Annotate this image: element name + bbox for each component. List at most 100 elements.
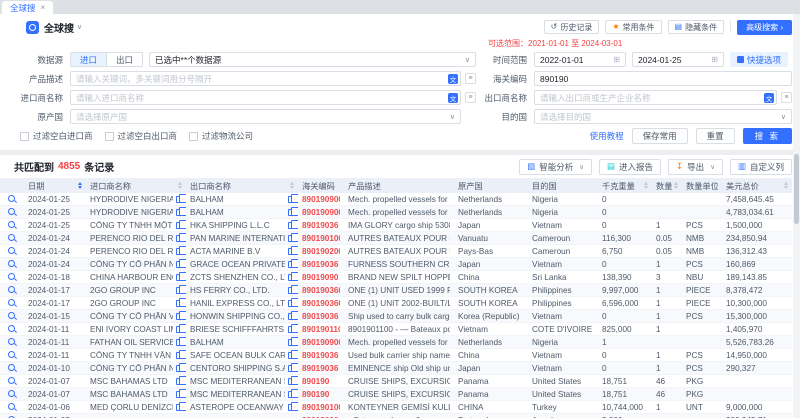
cell-exporter[interactable]: HS FERRY CO., LTD. <box>190 286 285 295</box>
detail-search-icon[interactable] <box>8 312 16 320</box>
saved-list-icon[interactable]: ≡ <box>465 73 476 84</box>
cell-exporter[interactable]: HONWIN SHIPPING CO.,LTD <box>190 312 285 321</box>
export-toggle[interactable]: 出口 <box>106 53 142 66</box>
cell-hs-code[interactable]: 89019090 <box>302 273 340 282</box>
copy-importer-icon[interactable] <box>176 404 182 411</box>
copy-exporter-icon[interactable] <box>288 313 294 320</box>
translate-icon[interactable]: 文 <box>448 93 458 103</box>
reset-button[interactable]: 重置 <box>696 128 735 144</box>
cell-hs-code[interactable]: 890190900 <box>302 195 340 204</box>
cell-hs-code[interactable]: 89019036 <box>302 312 340 321</box>
cell-exporter[interactable]: BALHAM <box>190 195 285 204</box>
scrollbar-thumb[interactable] <box>794 154 799 224</box>
cell-importer[interactable]: MSC BAHAMAS LTD <box>90 390 173 399</box>
cell-hs-code[interactable]: 890190900 <box>302 338 340 347</box>
table-row[interactable]: 2024-01-07 MSC BAHAMAS LTD MSC MEDITERRA… <box>0 388 792 401</box>
product-desc-input[interactable] <box>70 71 461 86</box>
origin-select[interactable]: 请选择原产国 ∨ <box>70 109 461 124</box>
table-row[interactable]: 2024-01-07 MSC BAHAMAS LTD MSC MEDITERRA… <box>0 375 792 388</box>
cell-hs-code[interactable]: 890190 <box>302 377 340 386</box>
cell-importer[interactable]: 2GO GROUP INC <box>90 286 173 295</box>
chevron-down-icon[interactable]: ∨ <box>77 23 82 31</box>
copy-importer-icon[interactable] <box>176 378 182 385</box>
table-row[interactable]: 2024-01-05 89019000 - Outras embarcações… <box>0 414 792 418</box>
copy-exporter-icon[interactable] <box>288 235 294 242</box>
cell-importer[interactable]: CÔNG TY CỔ PHẦN NOSCO SHIPYARD <box>90 364 173 373</box>
scrollbar[interactable] <box>793 14 800 418</box>
detail-search-icon[interactable] <box>8 403 16 411</box>
cell-importer[interactable]: CÔNG TY TNHH MỘT THÀNH VIÊN ĐÓNG TÀ <box>90 221 173 230</box>
copy-importer-icon[interactable] <box>176 391 182 398</box>
table-row[interactable]: 2024-01-17 2GO GROUP INC HANIL EXPRESS C… <box>0 297 792 310</box>
detail-search-icon[interactable] <box>8 286 16 294</box>
close-icon[interactable]: × <box>41 3 46 12</box>
cell-hs-code[interactable]: 89019036 <box>302 364 340 373</box>
cell-hs-code[interactable]: 890190 <box>302 390 340 399</box>
cell-exporter[interactable]: GRACE OCEAN PRIVATE LIMITED <box>190 260 285 269</box>
cell-hs-code[interactable]: 890190100 <box>302 403 340 412</box>
start-date-field[interactable]: 2022-01-01 ⊞ <box>534 52 626 67</box>
detail-search-icon[interactable] <box>8 208 16 216</box>
detail-search-icon[interactable] <box>8 195 16 203</box>
cell-hs-code[interactable]: 890190360 <box>302 286 340 295</box>
cell-importer[interactable]: PERENCO RIO DEL REY <box>90 234 173 243</box>
header-importer[interactable]: 进口商名称 <box>86 178 186 193</box>
cell-exporter[interactable]: PAN MARINE INTERNATIONAL -INC <box>190 234 285 243</box>
header-exporter[interactable]: 出口商名称 <box>186 178 298 193</box>
export-button[interactable]: ↧ 导出 ∨ <box>668 159 723 175</box>
copy-exporter-icon[interactable] <box>288 261 294 268</box>
hide-conditions-button[interactable]: ▤ 隐藏条件 <box>668 20 725 34</box>
sort-icon[interactable] <box>78 182 82 189</box>
copy-exporter-icon[interactable] <box>288 209 294 216</box>
sort-icon[interactable] <box>644 182 648 189</box>
translate-icon[interactable]: 文 <box>764 93 774 103</box>
table-row[interactable]: 2024-01-25 HYDRODIVE NIGERIA LIMITED BAL… <box>0 193 792 206</box>
table-row[interactable]: 2024-01-11 ENI IVORY COAST LIMITED BRIES… <box>0 323 792 336</box>
detail-search-icon[interactable] <box>8 351 16 359</box>
cell-importer[interactable]: MED ÇORLU DENİZCİLİK ANONİM ŞİRKETİ <box>90 403 173 412</box>
cell-hs-code[interactable]: 89019036 <box>302 221 340 230</box>
copy-importer-icon[interactable] <box>176 248 182 255</box>
cell-importer[interactable]: MSC BAHAMAS LTD <box>90 377 173 386</box>
exporter-input[interactable] <box>534 90 777 105</box>
copy-exporter-icon[interactable] <box>288 248 294 255</box>
copy-importer-icon[interactable] <box>176 235 182 242</box>
copy-importer-icon[interactable] <box>176 261 182 268</box>
advanced-search-button[interactable]: 高级搜索 › <box>737 20 792 35</box>
tab-global-search[interactable]: 全球搜 × <box>2 1 53 14</box>
detail-search-icon[interactable] <box>8 364 16 372</box>
filter-logistics-checkbox[interactable]: 过滤物流公司 <box>189 130 253 142</box>
sort-icon[interactable] <box>290 182 294 189</box>
detail-search-icon[interactable] <box>8 260 16 268</box>
copy-exporter-icon[interactable] <box>288 196 294 203</box>
cell-importer[interactable]: PERENCO RIO DEL REY <box>90 247 173 256</box>
copy-importer-icon[interactable] <box>176 326 182 333</box>
cell-exporter[interactable]: SAFE OCEAN BULK CARRIER PTE LTD <box>190 351 285 360</box>
sort-icon[interactable] <box>674 182 678 189</box>
copy-exporter-icon[interactable] <box>288 339 294 346</box>
detail-search-icon[interactable] <box>8 390 16 398</box>
search-button[interactable]: 搜 索 <box>743 128 792 144</box>
copy-importer-icon[interactable] <box>176 274 182 281</box>
header-kg-weight[interactable]: 千克重量 <box>598 178 652 193</box>
table-row[interactable]: 2024-01-24 PERENCO RIO DEL REY ACTA MARI… <box>0 245 792 258</box>
copy-exporter-icon[interactable] <box>288 287 294 294</box>
header-quantity[interactable]: 数量 <box>652 178 682 193</box>
destination-select[interactable]: 请选择目的国 ∨ <box>534 109 792 124</box>
filter-blank-exporter-checkbox[interactable]: 过滤空白出口商 <box>105 130 178 142</box>
chevron-down-icon[interactable]: ∨ <box>710 163 715 171</box>
cell-importer[interactable]: HYDRODIVE NIGERIA LIMITED <box>90 195 173 204</box>
saved-list-icon[interactable]: ≡ <box>465 92 476 103</box>
cell-importer[interactable]: HYDRODIVE NIGERIA LIMITED <box>90 208 173 217</box>
smart-analysis-button[interactable]: ▧ 智能分析 ∨ <box>519 159 592 175</box>
copy-exporter-icon[interactable] <box>288 404 294 411</box>
table-row[interactable]: 2024-01-10 CÔNG TY CỔ PHẦN NOSCO SHIPYAR… <box>0 362 792 375</box>
cell-exporter[interactable]: MSC MEDITERRANEAN SHIPPING CO. (PAN <box>190 390 285 399</box>
detail-search-icon[interactable] <box>8 377 16 385</box>
copy-exporter-icon[interactable] <box>288 300 294 307</box>
quick-options-button[interactable]: 快捷选项 <box>730 52 788 67</box>
cell-importer[interactable]: CHINA HARBOUR ENGINEERING CO LTD <box>90 273 173 282</box>
copy-exporter-icon[interactable] <box>288 326 294 333</box>
copy-importer-icon[interactable] <box>176 365 182 372</box>
cell-exporter[interactable]: CENTORO SHIPPING S.A. C/O DAIICHI CHU <box>190 364 285 373</box>
